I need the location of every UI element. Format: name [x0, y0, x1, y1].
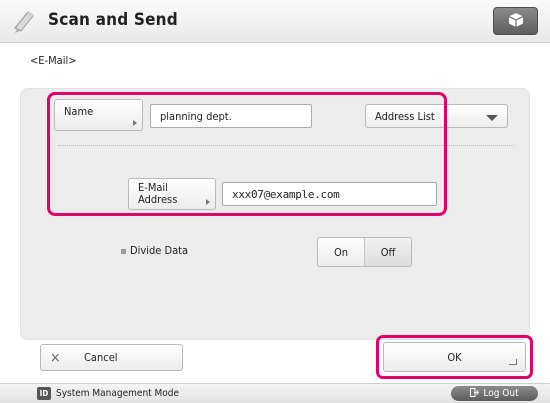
- page-title: Scan and Send: [48, 10, 178, 30]
- header-menu-button[interactable]: [493, 7, 538, 35]
- name-button[interactable]: Name: [54, 99, 143, 131]
- mode-status-text: System Management Mode: [56, 388, 180, 399]
- name-button-label: Name: [64, 105, 94, 118]
- cancel-label: Cancel: [84, 351, 118, 364]
- divide-data-label: Divide Data: [130, 244, 189, 257]
- email-address-button[interactable]: E-Mail Address: [128, 178, 216, 210]
- divider: [58, 145, 514, 146]
- id-icon: ID: [37, 387, 51, 400]
- ok-label: OK: [447, 350, 462, 364]
- divide-data-toggle: On Off: [317, 237, 412, 267]
- logout-icon: [470, 387, 480, 400]
- arrow-right-icon: [206, 199, 210, 205]
- arrow-right-icon: [133, 120, 137, 126]
- bullet-icon: [121, 249, 126, 254]
- email-input[interactable]: xxx07@example.com: [222, 182, 437, 206]
- address-list-label: Address List: [375, 109, 435, 123]
- email-address-button-label: E-Mail Address: [138, 182, 177, 206]
- corner-icon: [509, 359, 517, 365]
- address-list-dropdown[interactable]: Address List: [365, 104, 508, 128]
- logout-label: Log Out: [483, 388, 519, 399]
- ok-button[interactable]: OK: [383, 342, 526, 372]
- close-icon: ×: [50, 349, 61, 366]
- email-label-line2: Address: [138, 193, 178, 206]
- chevron-down-icon: [486, 115, 498, 121]
- scan-send-icon: [12, 8, 38, 34]
- name-input[interactable]: planning dept.: [150, 104, 312, 128]
- cancel-button[interactable]: × Cancel: [40, 344, 183, 371]
- logout-button[interactable]: Log Out: [451, 386, 538, 401]
- subtitle: <E-Mail>: [30, 54, 77, 67]
- divide-data-on-button[interactable]: On: [318, 238, 365, 266]
- divide-data-off-button[interactable]: Off: [365, 238, 411, 266]
- cube-icon: [508, 12, 524, 31]
